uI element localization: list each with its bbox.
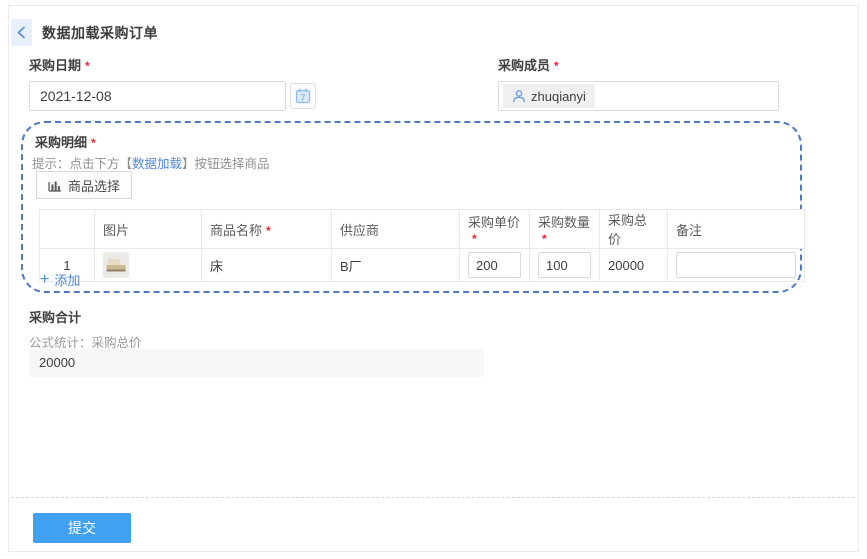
member-tag[interactable]: zhuqianyi (503, 84, 595, 108)
row-supplier: B厂 (332, 249, 460, 282)
form-card: 数据加载采购订单 采购日期* 7 采购成员* zhuqianyi 采购明细* (8, 5, 859, 552)
required-mark: * (542, 232, 547, 246)
chevron-left-icon (16, 26, 27, 39)
calendar-picker-button[interactable]: 7 (290, 83, 316, 109)
col-product-name: 商品名称* (202, 210, 332, 249)
col-unit-price: 采购单价* (460, 210, 530, 249)
data-load-link[interactable]: 数据加载 (132, 157, 182, 171)
purchase-detail-section: 采购明细* 提示：点击下方【数据加载】按钮选择商品 商品选择 (21, 121, 802, 293)
required-mark: * (91, 136, 96, 150)
row-total-price: 20000 (600, 249, 668, 282)
row-unit-price-cell (460, 249, 530, 282)
submit-button[interactable]: 提交 (33, 513, 131, 543)
purchase-total-label: 采购合计 (29, 307, 81, 326)
remark-input[interactable] (676, 252, 796, 278)
product-select-button[interactable]: 商品选择 (36, 171, 132, 199)
table-header-row: 图片 商品名称* 供应商 采购单价* 采购数量* 采购总价 备注 (40, 210, 805, 249)
add-row-label: 添加 (54, 270, 80, 289)
table-row: 1 床 B厂 (40, 249, 805, 282)
detail-table: 图片 商品名称* 供应商 采购单价* 采购数量* 采购总价 备注 1 (39, 209, 805, 282)
product-select-label: 商品选择 (68, 176, 120, 195)
col-supplier: 供应商 (332, 210, 460, 249)
col-remark: 备注 (668, 210, 805, 249)
col-total-price: 采购总价 (600, 210, 668, 249)
unit-price-input[interactable] (468, 252, 521, 278)
row-remark-cell (668, 249, 805, 282)
purchase-date-input[interactable] (29, 81, 286, 111)
bed-photo-icon (105, 256, 127, 274)
row-image-cell (95, 249, 202, 282)
add-row-button[interactable]: + 添加 (40, 270, 80, 289)
quantity-input[interactable] (538, 252, 591, 278)
required-mark: * (266, 224, 271, 238)
total-value-field: 20000 (29, 349, 484, 377)
plus-icon: + (40, 273, 49, 286)
required-mark: * (472, 232, 477, 246)
product-thumbnail[interactable] (103, 252, 129, 278)
purchase-member-input[interactable]: zhuqianyi (498, 81, 779, 111)
page-header: 数据加载采购订单 (11, 19, 158, 46)
col-image: 图片 (95, 210, 202, 249)
purchase-member-label: 采购成员* (498, 55, 559, 74)
footer-divider (11, 497, 855, 498)
col-index (40, 210, 95, 249)
back-button[interactable] (11, 19, 32, 46)
detail-tip-text: 提示：点击下方【数据加载】按钮选择商品 (32, 153, 270, 172)
page-title: 数据加载采购订单 (42, 23, 158, 43)
row-product-name: 床 (202, 249, 332, 282)
bar-chart-icon (48, 179, 62, 192)
purchase-date-label: 采购日期* (29, 55, 90, 74)
row-quantity-cell (530, 249, 600, 282)
calendar-icon: 7 (295, 88, 311, 104)
col-quantity: 采购数量* (530, 210, 600, 249)
user-icon (512, 89, 526, 103)
member-name: zhuqianyi (531, 89, 586, 104)
purchase-detail-label: 采购明细* (35, 132, 96, 151)
required-mark: * (554, 59, 559, 73)
svg-text:7: 7 (301, 94, 306, 103)
required-mark: * (85, 59, 90, 73)
